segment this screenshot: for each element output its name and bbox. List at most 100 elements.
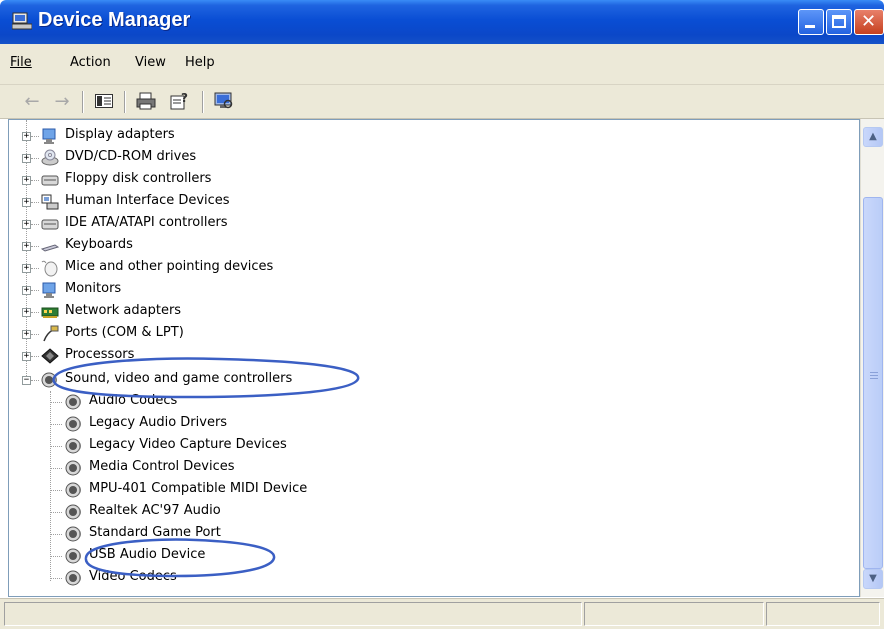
- expand-icon[interactable]: +: [22, 264, 31, 273]
- vertical-scrollbar[interactable]: ▲ ▼: [860, 119, 884, 597]
- title-bar[interactable]: Device Manager ✕: [0, 0, 884, 44]
- tree-item-processors[interactable]: + Processors: [9, 345, 609, 367]
- tree-item-label: Processors: [65, 347, 135, 362]
- tree-line: [50, 446, 62, 447]
- tree-line: [50, 556, 62, 557]
- console-tree-icon: [95, 94, 113, 108]
- scan-hardware-icon: [214, 92, 233, 109]
- sound-device-icon: [65, 438, 81, 454]
- tree-item-audio-codecs[interactable]: Audio Codecs: [9, 391, 609, 413]
- tree-item-label: USB Audio Device: [89, 547, 206, 562]
- show-hide-console-tree-button[interactable]: [92, 90, 116, 112]
- scroll-down-button[interactable]: ▼: [863, 569, 883, 589]
- ide-controller-icon: [41, 219, 59, 230]
- minimize-button[interactable]: [798, 9, 824, 35]
- tree-item-label: Ports (COM & LPT): [65, 325, 184, 340]
- display-adapter-icon: [42, 128, 56, 144]
- grip-line: [870, 372, 878, 373]
- expand-icon[interactable]: +: [22, 308, 31, 317]
- tree-item-label: Standard Game Port: [89, 525, 221, 540]
- svg-text:?: ?: [181, 92, 188, 105]
- tree-item-standard-game-port[interactable]: Standard Game Port: [9, 523, 609, 545]
- properties-help-icon: ?: [170, 92, 188, 110]
- expand-icon[interactable]: +: [22, 154, 31, 163]
- expand-icon[interactable]: +: [22, 176, 31, 185]
- scan-hardware-button[interactable]: [212, 90, 236, 112]
- forward-arrow-icon: →: [54, 90, 70, 112]
- sound-device-icon: [65, 570, 81, 586]
- sound-device-icon: [65, 548, 81, 564]
- maximize-icon: [832, 15, 846, 28]
- menu-file[interactable]: File: [10, 55, 32, 70]
- menu-help[interactable]: Help: [185, 55, 215, 70]
- close-button[interactable]: ✕: [854, 9, 884, 35]
- tree-line: [31, 158, 39, 159]
- grip-line: [870, 375, 878, 376]
- tree-item-label: Sound, video and game controllers: [65, 371, 293, 386]
- tree-item-ide[interactable]: + IDE ATA/ATAPI controllers: [9, 213, 609, 235]
- menu-view[interactable]: View: [135, 55, 166, 70]
- tree-item-video-codecs[interactable]: Video Codecs: [9, 567, 609, 589]
- device-manager-icon: [12, 12, 32, 30]
- status-bar: [0, 598, 884, 629]
- tree-item-sound-video-game[interactable]: − Sound, video and game controllers: [9, 369, 609, 391]
- device-tree[interactable]: + Display adapters + DVD/CD-ROM drives +…: [8, 119, 860, 597]
- expand-icon[interactable]: +: [22, 352, 31, 361]
- tree-line: [50, 468, 62, 469]
- status-pane: [584, 602, 764, 626]
- tree-line: [31, 356, 39, 357]
- expand-icon[interactable]: +: [22, 220, 31, 229]
- tree-item-label: Human Interface Devices: [65, 193, 230, 208]
- scroll-thumb[interactable]: [863, 197, 883, 569]
- maximize-button[interactable]: [826, 9, 852, 35]
- toolbar-separator: [202, 91, 204, 113]
- tree-item-label: Video Codecs: [89, 569, 177, 584]
- expand-icon[interactable]: +: [22, 132, 31, 141]
- expand-icon[interactable]: +: [22, 330, 31, 339]
- tree-item-media-control[interactable]: Media Control Devices: [9, 457, 609, 479]
- tree-item-usb-audio-device[interactable]: USB Audio Device: [9, 545, 609, 567]
- sound-device-icon: [65, 482, 81, 498]
- tree-item-mpu-401[interactable]: MPU-401 Compatible MIDI Device: [9, 479, 609, 501]
- tree-line: [31, 202, 39, 203]
- tree-item-label: Mice and other pointing devices: [65, 259, 274, 274]
- tree-item-ports[interactable]: + Ports (COM & LPT): [9, 323, 609, 345]
- expand-icon[interactable]: +: [22, 286, 31, 295]
- expand-icon[interactable]: +: [22, 198, 31, 207]
- tree-line: [31, 312, 39, 313]
- tree-item-legacy-video-capture[interactable]: Legacy Video Capture Devices: [9, 435, 609, 457]
- tree-line: [31, 268, 39, 269]
- minimize-icon: [805, 25, 815, 28]
- tree-item-label: IDE ATA/ATAPI controllers: [65, 215, 228, 230]
- tree-item-display-adapters[interactable]: + Display adapters: [9, 125, 609, 147]
- back-arrow-icon: ←: [24, 90, 40, 112]
- tree-item-floppy[interactable]: + Floppy disk controllers: [9, 169, 609, 191]
- tree-item-network[interactable]: + Network adapters: [9, 301, 609, 323]
- tree-item-keyboards[interactable]: + Keyboards: [9, 235, 609, 257]
- scroll-up-button[interactable]: ▲: [863, 127, 883, 147]
- expand-icon[interactable]: +: [22, 242, 31, 251]
- tree-line: [50, 402, 62, 403]
- status-pane: [766, 602, 880, 626]
- sound-device-icon: [65, 416, 81, 432]
- tree-item-label: Legacy Audio Drivers: [89, 415, 228, 430]
- tree-item-realtek-ac97[interactable]: Realtek AC'97 Audio: [9, 501, 609, 523]
- properties-help-button[interactable]: ?: [168, 90, 192, 112]
- hid-icon: [41, 194, 59, 210]
- toolbar-separator: [124, 91, 126, 113]
- back-button[interactable]: ←: [20, 90, 44, 112]
- tree-item-hid[interactable]: + Human Interface Devices: [9, 191, 609, 213]
- mouse-icon: [41, 260, 58, 277]
- cdrom-icon: [41, 149, 59, 166]
- collapse-icon[interactable]: −: [22, 376, 31, 385]
- tree-item-mice[interactable]: + Mice and other pointing devices: [9, 257, 609, 279]
- floppy-controller-icon: [41, 175, 59, 186]
- tree-item-monitors[interactable]: + Monitors: [9, 279, 609, 301]
- tree-item-label: MPU-401 Compatible MIDI Device: [89, 481, 308, 496]
- tree-item-dvd-cdrom[interactable]: + DVD/CD-ROM drives: [9, 147, 609, 169]
- toolbar: ← → ?: [0, 85, 884, 119]
- menu-action[interactable]: Action: [70, 55, 111, 70]
- forward-button[interactable]: →: [50, 90, 74, 112]
- print-button[interactable]: [134, 90, 158, 112]
- tree-item-legacy-audio-drivers[interactable]: Legacy Audio Drivers: [9, 413, 609, 435]
